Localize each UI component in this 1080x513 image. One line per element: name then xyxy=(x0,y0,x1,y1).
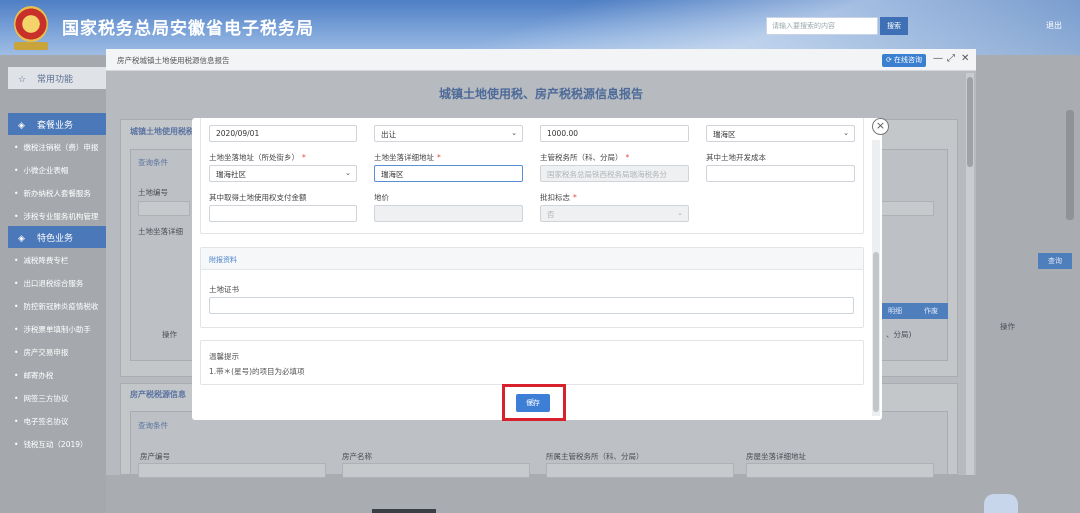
house-no-label: 房产编号 xyxy=(140,452,170,461)
land-no-input[interactable] xyxy=(138,201,190,216)
land-info-dialog: 2020/09/01 出让 ⌄ 1000.00 瑞海区 ⌄ 土地坐落地址（所处街乡）… xyxy=(192,118,882,420)
tips-title: 温馨提示 xyxy=(209,352,239,361)
land-price-label: 地价 xyxy=(374,193,389,202)
detail-address-input[interactable]: 瑞海区 xyxy=(374,165,523,182)
house-name-label: 房产名称 xyxy=(342,452,372,461)
sidebar-item[interactable]: 减税降费专栏 xyxy=(14,255,68,266)
taskbar xyxy=(372,509,436,513)
sidebar-item[interactable]: 涉税专业服务机构管理 xyxy=(14,211,98,222)
acquire-date-input[interactable]: 2020/09/01 xyxy=(209,125,357,142)
dev-cost-input[interactable] xyxy=(706,165,855,182)
house-office-label: 所属主管税务所（科、分局） xyxy=(546,452,644,461)
sidebar-item[interactable]: 网签三方协议 xyxy=(14,393,68,404)
layers-icon: ◈ xyxy=(18,234,25,244)
minimize-icon[interactable]: — xyxy=(933,53,943,64)
attachments-header: 附报资料 xyxy=(201,248,863,270)
site-title: 国家税务总局安徽省电子税务局 xyxy=(62,19,314,39)
window-title: 房产税城镇土地使用税源信息报告 xyxy=(117,56,230,65)
land-cert-input[interactable] xyxy=(209,297,854,314)
dialog-scrollbar-thumb[interactable] xyxy=(873,252,879,412)
land-tax-panel-title: 城镇土地使用税税 xyxy=(130,127,194,136)
sidebar-section-packages[interactable]: ◈ 套餐业务 xyxy=(8,113,106,135)
void-button[interactable]: 作废 xyxy=(914,303,948,319)
land-no-label: 土地编号 xyxy=(138,188,168,197)
sidebar-item[interactable]: 新办纳税人套餐服务 xyxy=(14,188,91,199)
star-icon: ☆ xyxy=(18,75,27,85)
hand-cursor-icon: ☝ xyxy=(528,396,535,409)
sidebar-item[interactable]: 房产交易申报 xyxy=(14,347,68,358)
acquire-method-select[interactable]: 出让 ⌄ xyxy=(374,125,523,142)
header-mountain-decoration xyxy=(320,0,1080,55)
sidebar: ☆常用功能 ◈套餐业务 缴税注销税（费）申报 小微企业表帽 新办纳税人套餐服务 … xyxy=(0,55,106,513)
batch-flag-select: 否 ⌄ xyxy=(540,205,689,222)
sidebar-item[interactable]: 钱税互动（2019） xyxy=(14,439,87,450)
land-area-input[interactable]: 1000.00 xyxy=(540,125,689,142)
tips-text: 1.带＊(星号)的项目为必填项 xyxy=(209,367,305,376)
district-select[interactable]: 瑞海区 ⌄ xyxy=(706,125,855,142)
land-use-payment-input[interactable] xyxy=(209,205,357,222)
sidebar-item[interactable]: 缴税注销税（费）申报 xyxy=(14,142,98,153)
chevron-down-icon: ⌄ xyxy=(511,129,517,137)
right-filter-input[interactable] xyxy=(880,201,934,216)
attachments-card: 附报资料 xyxy=(200,247,864,328)
sidebar-item[interactable]: 小微企业表帽 xyxy=(14,165,68,176)
house-no-input[interactable] xyxy=(138,463,326,478)
land-cert-label: 土地证书 xyxy=(209,285,239,294)
floating-service-icon[interactable] xyxy=(984,494,1018,513)
layers-icon: ◈ xyxy=(18,121,25,131)
land-price-input xyxy=(374,205,523,222)
batch-flag-label: 批扣标志 * xyxy=(540,193,577,202)
logout-link[interactable]: 退出 xyxy=(1046,20,1062,31)
detail-address-label: 土地坐落详细地址 * xyxy=(374,153,441,162)
sidebar-item[interactable]: 出口退税综合服务 xyxy=(14,278,83,289)
office-column-suffix: 、分局) xyxy=(886,330,912,339)
tax-office-input: 国家税务总局铁西税务局瑞海税务分 xyxy=(540,165,689,182)
window-titlebar: 房产税城镇土地使用税源信息报告 ⟳ 在线咨询 — ⤢ ✕ xyxy=(106,49,976,71)
sidebar-section-special[interactable]: ◈ 特色业务 xyxy=(8,226,106,248)
house-office-input[interactable] xyxy=(546,463,734,478)
page-scrollbar[interactable] xyxy=(1066,110,1074,220)
sidebar-section-common[interactable]: ☆ 常用功能 xyxy=(8,67,106,89)
dev-cost-label: 其中土地开发成本 xyxy=(706,153,766,162)
chevron-down-icon: ⌄ xyxy=(677,209,683,217)
land-use-payment-label: 其中取得土地使用权支付金额 xyxy=(209,193,307,202)
house-query-label: 查询条件 xyxy=(138,421,168,430)
sidebar-item[interactable]: 防控新冠肺炎疫情税收 xyxy=(14,301,98,312)
site-header: 国家税务总局安徽省电子税务局 请输入要搜索的内容 搜索 退出 xyxy=(0,0,1080,55)
close-icon[interactable]: ✕ xyxy=(961,53,969,64)
maximize-icon[interactable]: ⤢ xyxy=(947,53,955,64)
house-name-input[interactable] xyxy=(342,463,530,478)
land-addr-label: 土地坐落详细 xyxy=(138,227,183,236)
chevron-down-icon: ⌄ xyxy=(345,169,351,177)
background-operation-column: 操作 xyxy=(1000,322,1015,331)
tax-office-label: 主管税务所（科、分局） * xyxy=(540,153,630,162)
tips-card xyxy=(200,340,864,385)
dialog-scrollbar[interactable] xyxy=(872,140,880,416)
operation-column-label: 操作 xyxy=(162,330,177,339)
sidebar-item[interactable]: 电子签名协议 xyxy=(14,416,68,427)
emblem-banner xyxy=(14,42,48,50)
window-scrollbar-thumb[interactable] xyxy=(967,77,973,167)
tax-emblem-icon xyxy=(14,6,48,42)
house-tax-panel-title: 房产税税源信息 xyxy=(130,390,186,399)
sidebar-item[interactable]: 涉税票单填制小助手 xyxy=(14,324,91,335)
chevron-down-icon: ⌄ xyxy=(843,129,849,137)
query-conditions-label: 查询条件 xyxy=(138,158,168,167)
background-query-button[interactable]: 查询 xyxy=(1038,253,1072,269)
chat-icon: ⟳ xyxy=(885,56,895,64)
street-select[interactable]: 瑞海社区 ⌄ xyxy=(209,165,357,182)
dialog-close-icon[interactable]: × xyxy=(872,118,889,135)
header-search-input[interactable]: 请输入要搜索的内容 xyxy=(766,17,878,35)
report-title: 城镇土地使用税、房产税税源信息报告 xyxy=(438,87,643,101)
online-consult-button[interactable]: ⟳ 在线咨询 xyxy=(882,54,926,67)
sidebar-item[interactable]: 邮寄办税 xyxy=(14,370,53,381)
window-scrollbar[interactable] xyxy=(966,73,974,475)
header-search-button[interactable]: 搜索 xyxy=(880,17,908,35)
house-addr-label: 房屋坐落详细地址 xyxy=(746,452,806,461)
street-label: 土地坐落地址（所处街乡） * xyxy=(209,153,306,162)
house-addr-input[interactable] xyxy=(746,463,934,478)
